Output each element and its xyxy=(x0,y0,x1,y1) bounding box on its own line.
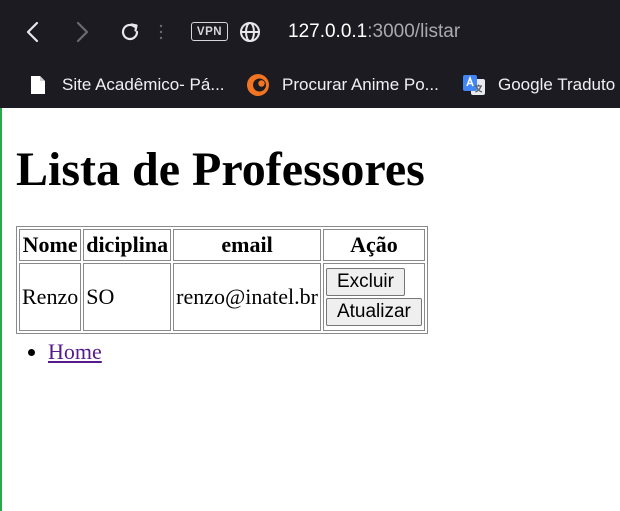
cell-disciplina: SO xyxy=(83,263,172,331)
bookmark-procurar-anime[interactable]: Procurar Anime Po... xyxy=(246,70,439,100)
column-header-acao: Ação xyxy=(322,229,425,261)
column-header-email: email xyxy=(173,229,321,261)
page-title: Lista de Professores xyxy=(16,143,425,196)
list-item: Home xyxy=(48,338,102,366)
home-link[interactable]: Home xyxy=(48,339,102,364)
bookmark-google-tradutor[interactable]: Google Traduto xyxy=(462,70,615,100)
forward-button[interactable] xyxy=(66,16,98,48)
professors-table: Nome diciplina email Ação Renzo SO renzo… xyxy=(16,226,428,334)
nav-links: Home xyxy=(16,338,102,366)
url-host: 127.0.0.1 xyxy=(288,21,368,42)
back-button[interactable] xyxy=(17,16,49,48)
column-header-disciplina: diciplina xyxy=(83,229,172,261)
table-header-row: Nome diciplina email Ação xyxy=(19,229,425,261)
update-button[interactable]: Atualizar xyxy=(325,298,422,326)
url-path: :3000/listar xyxy=(367,21,461,42)
back-arrow-icon xyxy=(26,21,39,43)
address-bar[interactable]: 127.0.0.1:3000/listar xyxy=(288,20,460,44)
vpn-badge[interactable]: VPN xyxy=(191,22,228,41)
cell-email: renzo@inatel.br xyxy=(173,263,321,331)
bookmark-label: Procurar Anime Po... xyxy=(282,75,439,94)
globe-icon[interactable] xyxy=(238,20,262,44)
forward-arrow-icon xyxy=(76,21,89,43)
reload-button[interactable] xyxy=(114,16,146,48)
google-translate-icon xyxy=(462,73,486,97)
file-icon xyxy=(26,73,50,97)
bookmark-site-academico[interactable]: Site Acadêmico- Pá... xyxy=(26,70,225,100)
browser-chrome: VPN 127.0.0.1:3000/listar Site Acadêmico… xyxy=(0,0,620,108)
column-header-nome: Nome xyxy=(19,229,82,261)
delete-button[interactable]: Excluir xyxy=(325,268,405,296)
cell-acao: Excluir Atualizar xyxy=(322,263,425,331)
reload-icon xyxy=(121,23,139,41)
browser-toolbar: VPN 127.0.0.1:3000/listar xyxy=(0,0,620,62)
bookmarks-bar: Site Acadêmico- Pá... Procurar Anime Po.… xyxy=(0,62,620,108)
table-row: Renzo SO renzo@inatel.br Excluir Atualiz… xyxy=(19,263,425,331)
bookmark-label: Site Acadêmico- Pá... xyxy=(62,75,225,94)
separator-dots-icon xyxy=(159,24,163,40)
crunchyroll-icon xyxy=(246,73,270,97)
bookmark-label: Google Traduto xyxy=(498,75,616,94)
cell-nome: Renzo xyxy=(19,263,82,331)
